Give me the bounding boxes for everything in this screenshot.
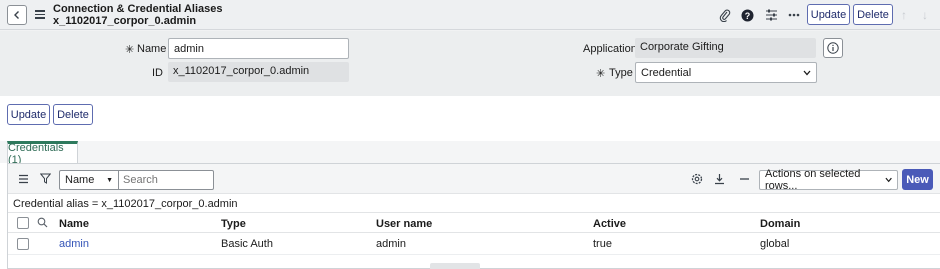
application-info-button[interactable] <box>823 38 843 58</box>
select-all-checkbox[interactable] <box>17 217 29 229</box>
header-delete-button[interactable]: Delete <box>853 4 893 25</box>
filter-icon[interactable] <box>39 173 52 185</box>
id-field: x_1102017_corpor_0.admin <box>168 62 349 82</box>
tab-strip <box>0 141 940 163</box>
required-marker: ✳ <box>125 44 135 56</box>
new-button[interactable]: New <box>902 169 933 190</box>
more-icon[interactable] <box>786 7 802 23</box>
row-user-name: admin <box>376 238 406 250</box>
chevron-down-icon <box>885 177 892 183</box>
name-label: Name <box>137 43 167 55</box>
row-name-link[interactable]: admin <box>59 238 89 250</box>
list-actions-value: Actions on selected rows... <box>765 168 861 192</box>
page-subtitle: x_1102017_corpor_0.admin <box>53 15 197 27</box>
arrow-up-icon[interactable]: ↑ <box>901 8 907 22</box>
paperclip-icon[interactable] <box>717 7 733 23</box>
application-label: Application <box>583 43 637 55</box>
column-header-domain[interactable]: Domain <box>760 218 800 230</box>
type-select[interactable]: Credential <box>635 62 817 83</box>
column-header-user-name[interactable]: User name <box>376 218 432 230</box>
id-label: ID <box>152 67 163 79</box>
column-header-name[interactable]: Name <box>59 218 89 230</box>
type-label: Type <box>609 67 633 79</box>
caret-down-icon: ▼ <box>106 176 113 184</box>
type-select-value: Credential <box>641 66 692 79</box>
chevron-down-icon <box>803 70 811 75</box>
page-title: Connection & Credential Aliases <box>53 3 223 15</box>
delete-button[interactable]: Delete <box>53 104 93 125</box>
row-checkbox[interactable] <box>17 238 29 250</box>
arrow-down-icon[interactable]: ↓ <box>922 8 928 22</box>
settings-sliders-icon[interactable] <box>763 7 779 23</box>
back-button[interactable] <box>7 5 27 25</box>
column-search-icon[interactable] <box>37 217 48 231</box>
required-marker: ✳ <box>596 68 606 80</box>
application-field: Corporate Gifting <box>635 38 816 58</box>
hamburger-icon[interactable] <box>35 8 45 22</box>
update-button[interactable]: Update <box>7 104 50 125</box>
table-header: Name Type User name Active Domain <box>8 212 940 233</box>
list-actions-select[interactable]: Actions on selected rows... <box>759 168 898 192</box>
row-domain: global <box>760 238 790 250</box>
column-header-active[interactable]: Active <box>593 218 626 230</box>
search-input[interactable] <box>119 170 214 190</box>
filter-breadcrumb[interactable]: Credential alias = x_1102017_corpor_0.ad… <box>8 195 940 212</box>
download-icon[interactable] <box>714 173 726 185</box>
row-active: true <box>593 238 612 250</box>
back-icon <box>14 11 19 19</box>
list-menu-icon[interactable] <box>18 174 29 185</box>
search-field-value: Name <box>65 174 95 186</box>
name-field[interactable] <box>168 38 349 59</box>
tab-credentials[interactable]: Credentials (1) <box>7 141 78 166</box>
row-type: Basic Auth <box>221 238 273 250</box>
info-icon <box>827 42 839 54</box>
search-field-select[interactable]: Name ▼ <box>59 170 119 190</box>
column-header-type[interactable]: Type <box>221 218 246 230</box>
header-update-button[interactable]: Update <box>807 4 850 25</box>
scrollbar-thumb[interactable] <box>430 263 480 269</box>
gear-icon[interactable] <box>691 173 703 185</box>
help-icon[interactable]: ? <box>739 7 755 23</box>
table-row: admin Basic Auth admin true global <box>8 233 940 255</box>
collapse-icon[interactable] <box>739 173 751 185</box>
svg-text:?: ? <box>744 11 750 21</box>
